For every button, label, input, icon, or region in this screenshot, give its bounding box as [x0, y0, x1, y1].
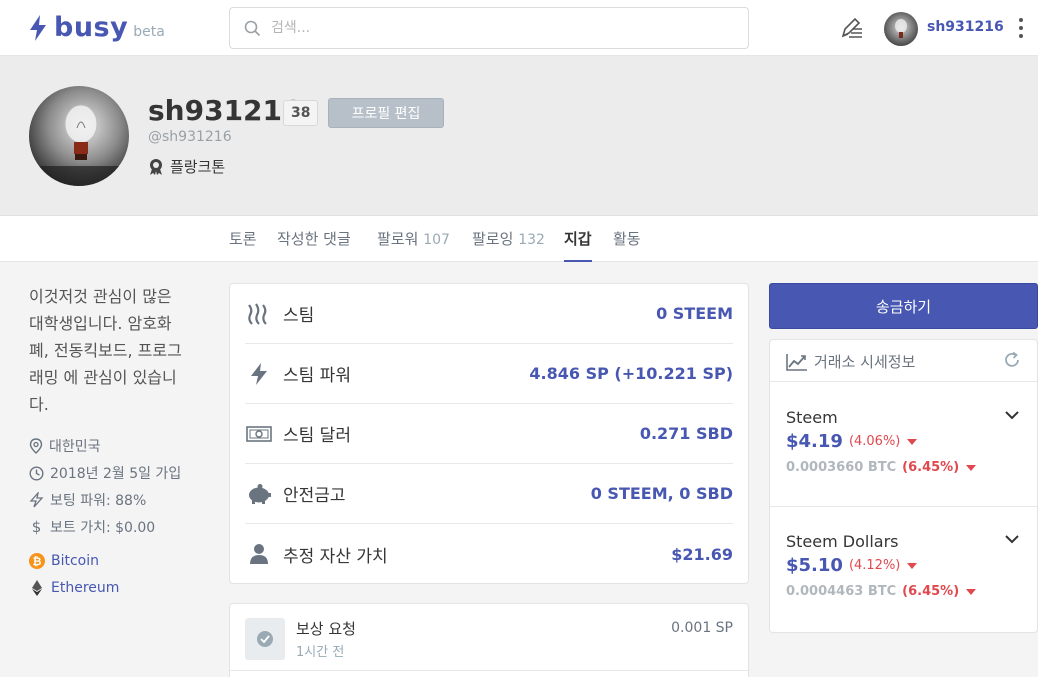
nav-username[interactable]: sh931216	[927, 19, 1004, 35]
voting-power-text: 보팅 파워: 88%	[50, 493, 147, 509]
bolt-icon	[29, 492, 44, 508]
voting-power-row: 보팅 파워: 88%	[29, 490, 146, 510]
wallet-value[interactable]: 0.271 SBD	[640, 424, 733, 443]
location-text: 대한민국	[49, 439, 101, 455]
wallet-label: 스팀	[283, 306, 315, 326]
tab-discussions[interactable]: 토론	[229, 228, 257, 262]
beta-label: beta	[133, 24, 165, 40]
ethereum-link[interactable]: Ethereum	[29, 580, 119, 596]
clock-icon	[29, 465, 44, 481]
user-icon	[245, 540, 273, 568]
dollar-icon: $	[31, 518, 42, 536]
profile-tabs: 토론 작성한 댓글 팔로워 107 팔로잉 132 지갑 활동	[0, 216, 1038, 262]
transfer-button[interactable]: 송금하기	[769, 283, 1038, 329]
refresh-icon[interactable]	[1003, 351, 1021, 369]
coin-name: Steem Dollars	[786, 532, 899, 551]
following-count: 132	[518, 232, 545, 248]
steem-icon	[245, 300, 273, 328]
profile-name: sh931216	[148, 94, 302, 127]
more-menu-icon[interactable]	[1012, 15, 1030, 41]
down-arrow-icon	[907, 562, 918, 569]
search-box[interactable]	[229, 7, 749, 49]
coin-btc-price: 0.0004463 BTC (6.45%)	[786, 584, 977, 599]
tab-activity[interactable]: 활동	[613, 228, 641, 262]
bolt-logo-icon	[30, 14, 46, 41]
down-arrow-icon	[966, 588, 977, 595]
profile-about: 이것저것 관심이 많은 대학생입니다. 암호화 폐, 전동킥보드, 프로그 래밍…	[29, 287, 182, 414]
wallet-row-estimated-value: 추정 자산 가치 $21.69	[245, 524, 733, 584]
profile-rank: 플랑크톤	[148, 156, 225, 177]
edit-profile-button[interactable]: 프로필 편집	[328, 98, 444, 128]
tab-wallet[interactable]: 지갑	[564, 228, 592, 262]
rank-label: 플랑크톤	[170, 158, 226, 176]
coin-btc-price: 0.0003660 BTC (6.45%)	[786, 460, 977, 475]
busy-logo[interactable]: busy beta	[28, 12, 165, 43]
wallet-value: $21.69	[671, 544, 733, 564]
wallet-label: 스팀 달러	[283, 426, 351, 446]
vote-value-text: 보트 가치: $0.00	[50, 520, 156, 536]
down-arrow-icon	[907, 438, 918, 445]
followers-count: 107	[423, 232, 450, 248]
wallet-label: 추정 자산 가치	[283, 546, 388, 567]
wallet-row-steem-power: 스팀 파워 4.846 SP (+10.221 SP)	[245, 344, 733, 404]
nav-avatar[interactable]	[884, 12, 918, 46]
coin-usd-price: $4.19 (4.06%)	[786, 431, 918, 452]
svg-text:₿: ₿	[33, 555, 42, 568]
chevron-down-icon[interactable]	[1005, 410, 1019, 420]
profile-handle: @sh931216	[148, 129, 232, 145]
usd-change: (4.12%)	[848, 558, 901, 573]
award-icon	[150, 158, 162, 175]
activity-amount: 0.001 SP	[671, 620, 733, 636]
wallet-label: 안전금고	[283, 486, 346, 506]
usd-change: (4.06%)	[848, 434, 901, 449]
bitcoin-link[interactable]: ₿ Bitcoin	[29, 553, 99, 569]
coin-usd-price: $5.10 (4.12%)	[786, 555, 918, 576]
activity-list: 보상 요청 1시간 전 0.001 SP	[229, 603, 749, 677]
wallet-value[interactable]: 0 STEEM	[656, 304, 733, 323]
wallet-row-steem-dollars: 스팀 달러 0.271 SBD	[245, 404, 733, 464]
wallet-value[interactable]: 4.846 SP (+10.221 SP)	[529, 364, 733, 383]
tab-following[interactable]: 팔로잉 132	[472, 228, 545, 262]
coin-name: Steem	[786, 408, 838, 427]
profile-avatar	[29, 86, 129, 186]
vote-value-row: $ 보트 가치: $0.00	[29, 517, 156, 537]
reputation-badge: 38	[283, 100, 319, 126]
profile-header: sh931216 38 프로필 편집 @sh931216 플랑크톤	[0, 56, 1038, 216]
claim-reward-icon	[245, 618, 285, 660]
location-pin-icon	[29, 438, 43, 454]
coin-steem-dollars[interactable]: Steem Dollars $5.10 (4.12%) 0.0004463 BT…	[770, 506, 1037, 630]
bolt-icon	[245, 360, 273, 388]
market-header: 거래소 시세정보	[770, 340, 1037, 382]
down-arrow-icon	[966, 464, 977, 471]
tab-followers[interactable]: 팔로워 107	[377, 228, 450, 262]
joined-text: 2018년 2월 5일 가입	[50, 466, 182, 482]
wallet-row-savings: 안전금고 0 STEEM, 0 SBD	[245, 464, 733, 524]
chart-line-icon	[786, 353, 807, 371]
wallet-label: 스팀 파워	[283, 366, 351, 386]
location-row: 대한민국	[29, 436, 101, 456]
write-post-icon[interactable]	[838, 14, 866, 42]
wallet-panel: 스팀 0 STEEM 스팀 파워 4.846 SP (+10.221 SP) 스…	[229, 283, 749, 584]
piggy-bank-icon	[245, 480, 273, 508]
ethereum-icon	[32, 580, 42, 596]
dollar-bill-icon	[245, 420, 273, 448]
wallet-value[interactable]: 0 STEEM, 0 SBD	[591, 484, 733, 503]
coin-steem[interactable]: Steem $4.19 (4.06%) 0.0003660 BTC (6.45%…	[770, 382, 1037, 506]
btc-change: (6.45%)	[902, 584, 960, 599]
search-icon	[244, 20, 261, 36]
top-navbar: busy beta s	[0, 0, 1038, 56]
bitcoin-icon: ₿	[29, 553, 45, 569]
btc-change: (6.45%)	[902, 460, 960, 475]
tab-comments[interactable]: 작성한 댓글	[277, 228, 351, 262]
activity-time: 1시간 전	[296, 645, 345, 660]
chevron-down-icon[interactable]	[1005, 534, 1019, 544]
market-title: 거래소 시세정보	[786, 351, 915, 372]
divider	[230, 670, 748, 671]
wallet-row-steem: 스팀 0 STEEM	[245, 284, 733, 344]
logo-text: busy	[54, 12, 129, 43]
joined-row: 2018년 2월 5일 가입	[29, 463, 181, 483]
activity-title: 보상 요청	[296, 620, 356, 638]
search-input[interactable]	[271, 20, 711, 36]
market-prices-panel: 거래소 시세정보 Steem $4.19 (4.06%) 0.0003660 B…	[769, 339, 1038, 633]
